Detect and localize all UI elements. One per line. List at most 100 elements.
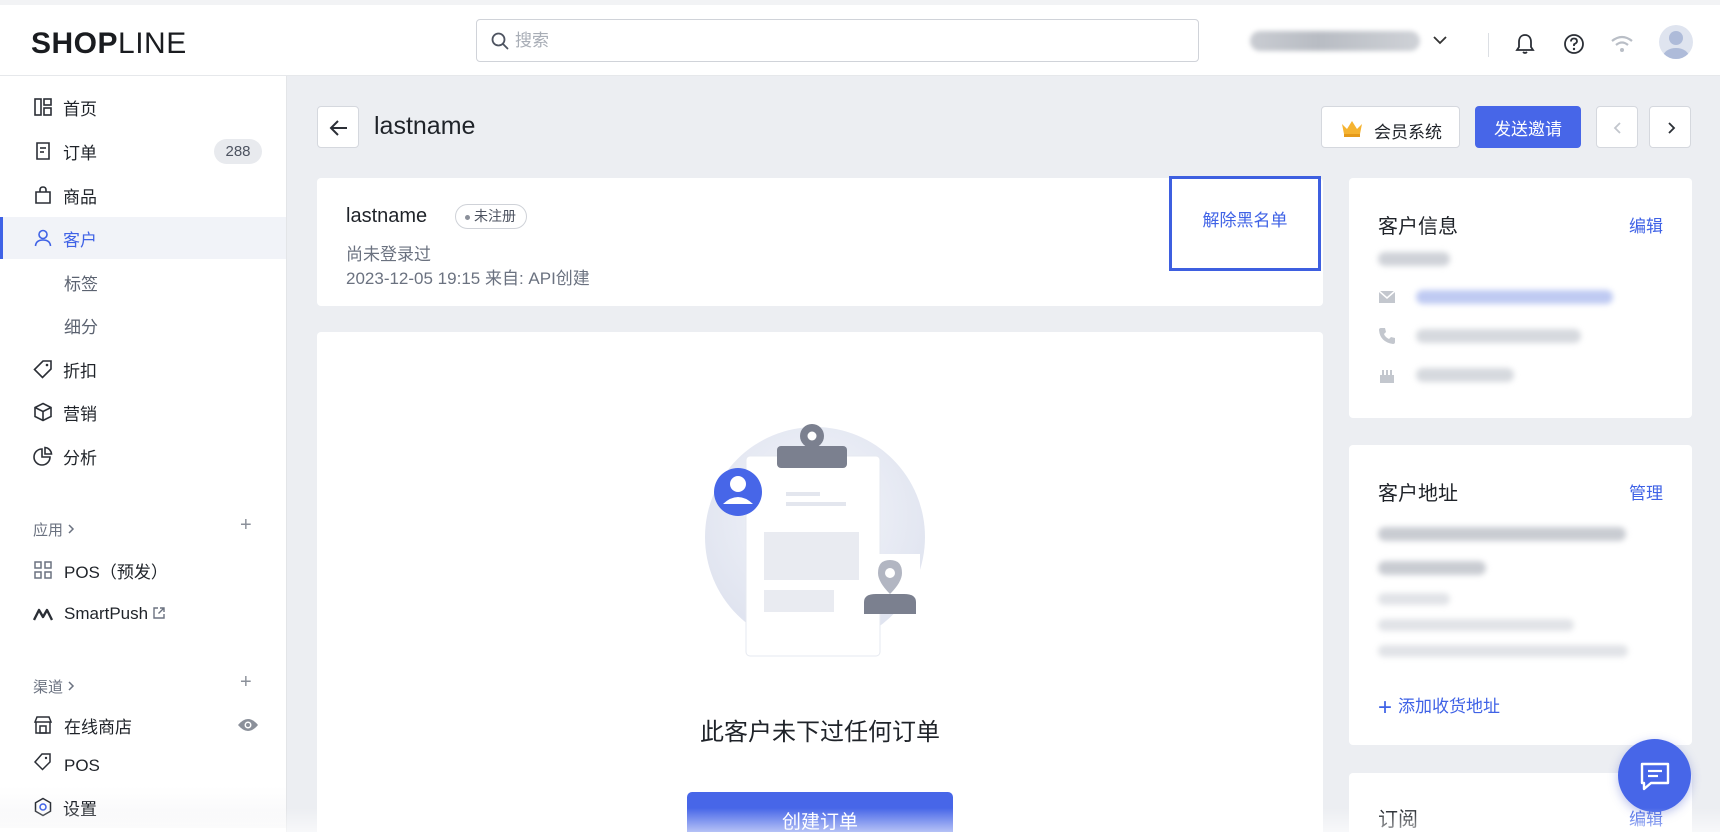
member-system-button[interactable]: 会员系统 xyxy=(1321,106,1460,148)
customer-name: lastname xyxy=(346,205,428,227)
orders-card: 此客户未下过任何订单 创建订单 xyxy=(317,332,1323,832)
sidebar-item-segments[interactable]: 细分 xyxy=(0,304,286,346)
logo-bold: SHOP xyxy=(31,27,119,60)
home-icon xyxy=(34,98,52,116)
sidebar-item-tags[interactable]: 标签 xyxy=(0,261,286,303)
back-button[interactable] xyxy=(317,106,359,148)
sidebar-item-label: 分析 xyxy=(63,448,97,468)
channels-label-text: 渠道 xyxy=(33,679,64,696)
sidebar-item-label: 订单 xyxy=(63,143,97,163)
grid-icon xyxy=(34,561,52,579)
sidebar-item-label: 商品 xyxy=(63,187,97,207)
blurred-email[interactable] xyxy=(1416,290,1613,304)
sidebar-item-online-store[interactable]: 在线商店 xyxy=(0,704,286,746)
previous-customer-button[interactable] xyxy=(1596,106,1638,148)
sidebar: 首页 订单 288 商品 客户 标签 细分 折扣 营销 分析 应用 + POS（… xyxy=(0,76,287,832)
sidebar-item-smartpush[interactable]: SmartPush xyxy=(0,593,286,635)
blurred-address-line xyxy=(1378,619,1574,631)
sidebar-item-label: SmartPush xyxy=(64,604,149,623)
blurred-address-name xyxy=(1378,527,1626,541)
pie-icon xyxy=(33,446,53,466)
wifi-icon[interactable] xyxy=(1610,35,1634,53)
sidebar-item-marketing[interactable]: 营销 xyxy=(0,391,286,433)
user-icon xyxy=(34,229,52,247)
blurred-address-region xyxy=(1378,645,1628,657)
chevron-right-icon xyxy=(1668,122,1676,134)
sidebar-item-label: 标签 xyxy=(64,274,98,294)
mail-icon xyxy=(1378,290,1396,303)
sidebar-item-label: 在线商店 xyxy=(64,717,132,737)
crown-icon xyxy=(1342,121,1362,137)
empty-orders-illustration xyxy=(705,424,925,657)
top-bar: SHOPLINE xyxy=(0,5,1720,76)
apps-section-label[interactable]: 应用 xyxy=(33,519,75,540)
eye-icon[interactable] xyxy=(237,717,259,733)
sidebar-item-analytics[interactable]: 分析 xyxy=(0,435,286,477)
smartpush-icon xyxy=(33,608,53,621)
chevron-right-icon xyxy=(68,524,75,534)
chevron-down-icon[interactable] xyxy=(1432,35,1448,45)
search-icon xyxy=(491,32,509,50)
blurred-company xyxy=(1378,593,1450,605)
member-system-label: 会员系统 xyxy=(1374,123,1442,142)
chat-icon xyxy=(1640,762,1670,791)
sidebar-item-label: POS xyxy=(64,756,100,775)
cake-icon xyxy=(1380,370,1394,383)
last-login-text: 尚未登录过 xyxy=(346,245,431,264)
sidebar-item-label: 折扣 xyxy=(63,361,97,381)
tag-icon xyxy=(33,360,52,379)
add-app-button[interactable]: + xyxy=(240,514,252,537)
shopline-logo[interactable]: SHOPLINE xyxy=(31,27,187,61)
order-count-badge: 288 xyxy=(214,139,262,164)
next-customer-button[interactable] xyxy=(1649,106,1691,148)
status-badge: 未注册 xyxy=(455,204,527,229)
sidebar-item-orders[interactable]: 订单 288 xyxy=(0,130,286,172)
page-title: lastname xyxy=(374,112,476,140)
help-icon[interactable] xyxy=(1563,33,1585,55)
add-shipping-address-link[interactable]: + 添加收货地址 xyxy=(1378,692,1500,722)
logo-light: LINE xyxy=(118,27,187,60)
add-channel-button[interactable]: + xyxy=(240,671,252,694)
sidebar-item-pos[interactable]: POS xyxy=(0,744,286,776)
edit-info-link[interactable]: 编辑 xyxy=(1629,212,1663,237)
settings-icon xyxy=(34,797,52,817)
sidebar-item-products[interactable]: 商品 xyxy=(0,174,286,216)
send-invite-button[interactable]: 发送邀请 xyxy=(1475,106,1581,148)
store-icon xyxy=(33,716,53,734)
customer-info-card: 客户信息 编辑 xyxy=(1349,178,1692,418)
customer-address-title: 客户地址 xyxy=(1378,483,1458,505)
sidebar-item-customers[interactable]: 客户 xyxy=(0,217,286,259)
sidebar-item-home[interactable]: 首页 xyxy=(0,86,286,128)
bell-icon[interactable] xyxy=(1515,33,1535,55)
add-address-label: 添加收货地址 xyxy=(1398,697,1501,716)
avatar[interactable] xyxy=(1659,25,1693,59)
sidebar-item-settings[interactable]: 设置 xyxy=(0,786,286,828)
sidebar-item-discounts[interactable]: 折扣 xyxy=(0,348,286,390)
sidebar-item-pos-preview[interactable]: POS（预发） xyxy=(0,549,286,591)
blurred-birthday xyxy=(1416,368,1514,382)
sidebar-item-label: 营销 xyxy=(63,404,97,424)
order-icon xyxy=(36,142,50,160)
phone-icon xyxy=(1379,328,1395,344)
search-box[interactable] xyxy=(476,19,1199,62)
search-input[interactable] xyxy=(515,28,1175,54)
bag-icon xyxy=(35,186,51,204)
blurred-phone xyxy=(1416,329,1581,343)
channels-section-label[interactable]: 渠道 xyxy=(33,676,75,697)
plus-icon: + xyxy=(1378,694,1393,721)
unblock-button[interactable]: 解除黑名单 xyxy=(1169,176,1321,271)
created-info-text: 2023-12-05 19:15 来自: API创建 xyxy=(346,269,590,288)
chat-button[interactable] xyxy=(1618,739,1691,812)
empty-orders-message: 此客户未下过任何订单 xyxy=(700,719,940,746)
store-name-blurred[interactable] xyxy=(1250,31,1420,51)
create-order-button[interactable]: 创建订单 xyxy=(687,792,953,832)
customer-address-card: 客户地址 管理 + 添加收货地址 xyxy=(1349,445,1692,745)
apps-label-text: 应用 xyxy=(33,522,64,539)
manage-address-link[interactable]: 管理 xyxy=(1629,479,1663,504)
cube-icon xyxy=(34,402,52,422)
chevron-right-icon xyxy=(68,681,75,691)
external-link-icon xyxy=(153,607,165,619)
blurred-address-phone xyxy=(1378,561,1486,575)
sidebar-item-label: POS（预发） xyxy=(64,562,168,582)
pos-icon xyxy=(33,753,51,771)
